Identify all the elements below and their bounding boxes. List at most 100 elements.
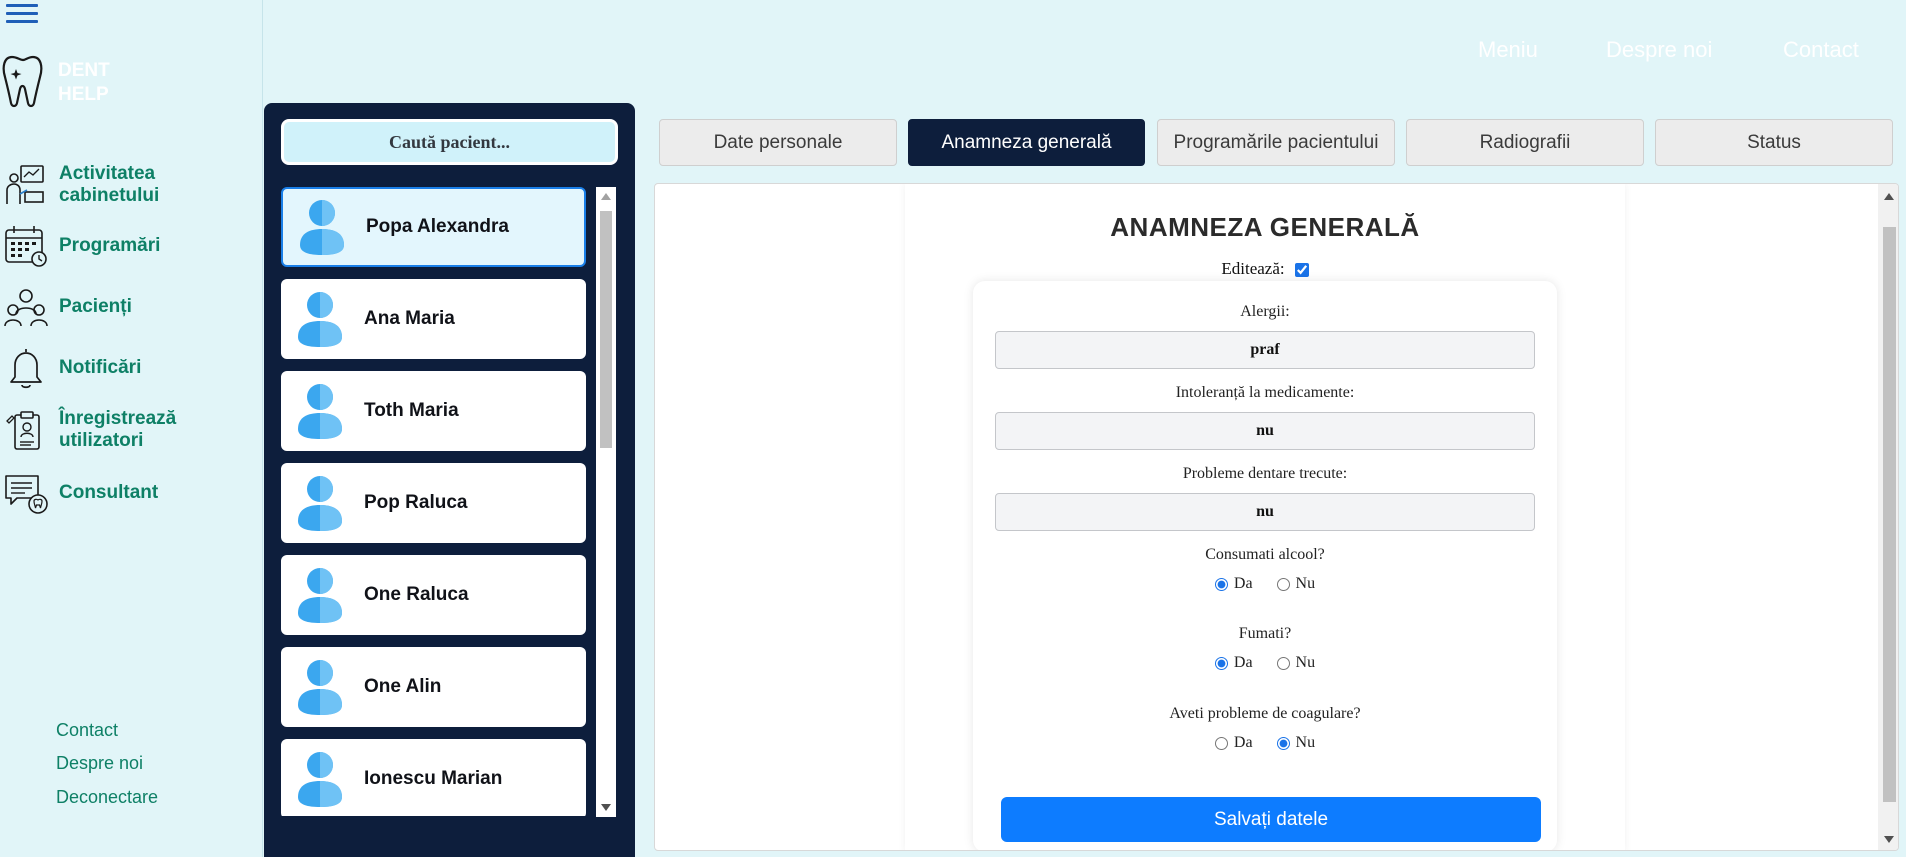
patient-list-scrollbar[interactable] [596,187,616,817]
nav-link-menu[interactable]: Meniu [1478,37,1538,63]
smoking-radio-group: Da Nu [973,654,1557,672]
tab-general-anamnesis[interactable]: Anamneza generală [908,119,1145,166]
patient-name: One Raluca [364,584,469,605]
patients-icon [4,289,48,327]
sidebar-item-patients[interactable]: Pacienți [0,279,230,335]
tab-status[interactable]: Status [1655,119,1893,166]
radio-label: Nu [1295,734,1316,751]
allergies-label: Alergii: [1240,303,1290,320]
register-users-icon [6,411,40,450]
coagulation-yes-option[interactable]: Da [1214,734,1253,751]
alcohol-no-radio[interactable] [1276,577,1290,591]
radio-label: Da [1233,654,1253,671]
patient-card[interactable]: One Alin [281,647,586,727]
radio-label: Da [1233,575,1253,592]
scrollbar-thumb[interactable] [600,211,612,448]
coagulation-no-option[interactable]: Nu [1276,734,1316,751]
patient-name: Pop Raluca [364,492,468,513]
scroll-up-arrow-icon[interactable] [601,193,611,200]
patient-card-selected[interactable]: Popa Alexandra [281,187,586,267]
past-dental-problems-label: Probleme dentare trecute: [1182,465,1348,482]
patient-card[interactable]: Ionescu Marian [281,739,586,816]
alcohol-yes-radio[interactable] [1214,577,1228,591]
logo-text-line2: HELP [58,84,109,105]
coagulation-yes-radio[interactable] [1214,736,1228,750]
patient-card[interactable]: Pop Raluca [281,463,586,543]
sidebar-item-appointments[interactable]: Programări [0,218,230,274]
radio-label: Nu [1295,575,1316,592]
nav-link-contact[interactable]: Contact [1783,37,1859,63]
tab-patient-appointments[interactable]: Programările pacientului [1157,119,1395,166]
dent-help-logo[interactable]: DENT HELP [2,53,122,109]
scrollbar-thumb[interactable] [1883,227,1896,802]
coagulation-no-radio[interactable] [1276,736,1290,750]
anamnesis-card: ANAMNEZA GENERALĂ Editează: Alergii: Int… [905,184,1625,850]
scroll-down-arrow-icon[interactable] [1884,836,1894,843]
alcohol-question: Consumati alcool? [1205,546,1325,563]
sidebar-item-clinic-activity[interactable]: Activitatea cabinetului [0,157,230,213]
edit-checkbox[interactable] [1294,263,1309,278]
clinic-activity-icon [6,165,44,204]
sidebar-item-label: Pacienți [59,296,132,317]
alcohol-yes-option[interactable]: Da [1214,575,1253,592]
patient-name: Toth Maria [364,400,459,421]
coagulation-question: Aveti probleme de coagulare? [1169,705,1361,722]
edit-toggle-row: Editează: [905,259,1625,279]
bell-icon [10,349,42,389]
patient-card[interactable]: Ana Maria [281,279,586,359]
patient-avatar-icon [298,568,342,623]
nav-link-about[interactable]: Despre noi [1606,37,1712,63]
past-dental-problems-field[interactable] [995,493,1535,531]
patient-name: One Alin [364,676,442,697]
patient-name: Ionescu Marian [364,768,503,789]
sidebar-item-label: Notificări [59,357,142,378]
smoking-yes-radio[interactable] [1214,656,1228,670]
drug-intolerance-label: Intoleranță la medicamente: [1175,384,1355,401]
scroll-down-arrow-icon[interactable] [601,804,611,811]
logo-text-line1: DENT [58,60,110,81]
patient-avatar-icon [298,292,342,347]
smoking-question: Fumati? [1238,625,1292,642]
sidebar-item-register-users[interactable]: Înregistrează utilizatori [0,402,230,458]
patient-panel: Popa Alexandra Ana Maria Toth Maria Pop … [264,103,635,857]
smoking-no-option[interactable]: Nu [1276,654,1316,671]
coagulation-radio-group: Da Nu [973,734,1557,752]
sidebar-item-label: Programări [59,235,161,256]
main-content: ANAMNEZA GENERALĂ Editează: Alergii: Int… [654,183,1899,851]
sidebar-link-logout[interactable]: Deconectare [56,787,158,808]
tooth-logo-icon [2,55,43,108]
alcohol-radio-group: Da Nu [973,575,1557,593]
tab-radiographs[interactable]: Radiografii [1406,119,1644,166]
patient-avatar-icon [298,752,342,807]
alcohol-no-option[interactable]: Nu [1276,575,1316,592]
radio-label: Nu [1295,654,1316,671]
sidebar-item-consultant[interactable]: Consultant [0,465,230,521]
patient-name: Popa Alexandra [366,216,509,237]
patient-avatar-icon [298,384,342,439]
patient-card[interactable]: One Raluca [281,555,586,635]
hamburger-menu-icon[interactable] [6,2,38,28]
sidebar-link-about[interactable]: Despre noi [56,753,143,774]
patient-avatar-icon [300,200,344,255]
scroll-up-arrow-icon[interactable] [1884,193,1894,200]
smoking-no-radio[interactable] [1276,656,1290,670]
patient-avatar-icon [298,476,342,531]
sidebar-item-label: Activitatea cabinetului [59,163,160,206]
patient-name: Ana Maria [364,308,455,329]
consultant-icon [5,475,48,514]
patient-card[interactable]: Toth Maria [281,371,586,451]
edit-label: Editează: [1221,259,1285,278]
save-data-button[interactable]: Salvați datele [1001,797,1541,842]
page-title: ANAMNEZA GENERALĂ [1110,212,1420,242]
patient-search-input[interactable] [281,119,618,165]
sidebar-item-label: Înregistrează utilizatori [59,408,177,451]
drug-intolerance-field[interactable] [995,412,1535,450]
tab-personal-data[interactable]: Date personale [659,119,897,166]
smoking-yes-option[interactable]: Da [1214,654,1253,671]
main-scrollbar[interactable] [1878,184,1898,850]
allergies-field[interactable] [995,331,1535,369]
sidebar-link-contact[interactable]: Contact [56,720,118,741]
patient-avatar-icon [298,660,342,715]
anamnesis-form: Alergii: Intoleranță la medicamente: Pro… [973,281,1557,850]
sidebar-item-notifications[interactable]: Notificări [0,340,230,396]
